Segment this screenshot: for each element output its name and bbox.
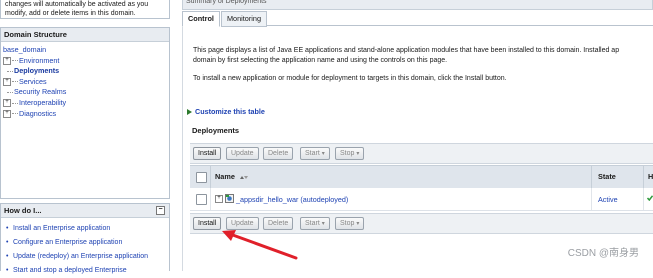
delete-button[interactable]: Delete <box>263 147 294 160</box>
chevron-down-icon: ▾ <box>356 221 360 227</box>
tree-item-security-realms[interactable]: Security Realms <box>3 87 167 98</box>
summary-title: Summary of Deployments <box>182 0 653 10</box>
chevron-down-icon: ▾ <box>356 151 360 157</box>
annotation-arrow-icon <box>222 230 298 260</box>
tree-link-security-realms[interactable]: Security Realms <box>14 87 66 96</box>
column-name-label[interactable]: Name <box>215 172 235 181</box>
tree-line <box>12 102 18 104</box>
start-dropdown[interactable]: Start ▾ <box>300 147 330 160</box>
start-label: Start <box>305 150 320 157</box>
domain-tree: base_domain + Environment Deployments + Se… <box>1 42 169 122</box>
column-divider <box>591 188 592 210</box>
how-do-i-title-text: How do I... <box>4 206 42 215</box>
install-button[interactable]: Install <box>193 217 222 230</box>
how-do-i-panel: How do I... − Install an Enterprise appli… <box>0 203 170 278</box>
stop-dropdown[interactable]: Stop ▾ <box>335 217 365 230</box>
tree-item-deployments[interactable]: Deployments <box>3 66 167 77</box>
tree-line <box>12 60 18 62</box>
tree-item-diagnostics[interactable]: + Diagnostics <box>3 109 167 120</box>
column-header-state[interactable]: State <box>598 172 616 181</box>
change-center-text-2: modify, add or delete items in this doma… <box>5 10 136 17</box>
expand-icon[interactable]: + <box>3 56 11 65</box>
tab-control[interactable]: Control <box>182 11 220 27</box>
expand-icon[interactable]: + <box>215 195 223 203</box>
tree-link-diagnostics[interactable]: Diagnostics <box>19 109 56 118</box>
tree-link-deployments[interactable]: Deployments <box>14 66 59 75</box>
deployment-name-link[interactable]: _appsdir_hello_war (autodeployed) <box>236 195 348 204</box>
tree-link-base-domain[interactable]: base_domain <box>3 45 46 54</box>
start-label: Start <box>305 220 320 227</box>
how-do-i-link[interactable]: Update (redeploy) an Enterprise applicat… <box>13 253 148 260</box>
tree-link-services[interactable]: Services <box>19 77 47 86</box>
list-item[interactable]: Start and stop a deployed Enterprise <box>6 264 169 278</box>
tree-line <box>12 113 18 115</box>
customize-table-link[interactable]: Customize this table <box>187 107 265 116</box>
table-row: + _appsdir_hello_war (autodeployed) Acti… <box>190 188 653 211</box>
install-instruction: To install a new application or module f… <box>193 75 507 82</box>
change-center-note: changes will automatically be activated … <box>0 0 170 19</box>
deployments-title: Deployments <box>192 126 240 135</box>
change-center-text-1: changes will automatically be activated … <box>5 1 149 8</box>
row-checkbox[interactable] <box>196 194 207 205</box>
list-item[interactable]: Install an Enterprise application <box>6 222 169 236</box>
tree-line <box>12 81 18 83</box>
table-header: Name State H <box>190 165 653 189</box>
expand-icon[interactable]: + <box>3 77 11 86</box>
deployment-state: Active <box>598 195 618 204</box>
sort-icon[interactable] <box>239 174 249 181</box>
expand-icon[interactable]: + <box>3 99 11 108</box>
column-divider <box>643 188 644 210</box>
page-description: This page displays a list of Java EE app… <box>193 46 653 66</box>
minimize-icon[interactable]: − <box>156 206 165 215</box>
column-divider <box>643 166 644 188</box>
column-header-health[interactable]: H <box>648 172 653 181</box>
top-button-bar: Install Update Delete Start ▾ Stop ▾ <box>190 143 653 164</box>
list-item[interactable]: Configure an Enterprise application <box>6 236 169 250</box>
chevron-down-icon: ▾ <box>321 151 325 157</box>
chevron-down-icon: ▾ <box>321 221 325 227</box>
watermark: CSDN @南身男 <box>567 248 639 259</box>
tree-line <box>7 70 13 72</box>
tree-item-base-domain[interactable]: base_domain <box>3 45 167 56</box>
domain-structure-panel: Domain Structure base_domain + Environmen… <box>0 27 170 199</box>
description-line-2: domain by first selecting the applicatio… <box>193 57 448 64</box>
health-ok-icon <box>647 195 653 201</box>
tab-monitoring[interactable]: Monitoring <box>220 11 268 27</box>
customize-link-text[interactable]: Customize this table <box>195 107 265 116</box>
tree-link-environment[interactable]: Environment <box>19 56 59 65</box>
tree-link-interoperability[interactable]: Interoperability <box>19 98 66 107</box>
expand-icon[interactable]: + <box>3 109 11 118</box>
tree-line <box>7 91 13 93</box>
how-do-i-link[interactable]: Install an Enterprise application <box>13 225 110 232</box>
tab-bar: Control Monitoring <box>182 11 268 27</box>
domain-structure-title: Domain Structure <box>1 28 169 42</box>
tree-item-services[interactable]: + Services <box>3 77 167 88</box>
web-application-icon <box>225 194 234 203</box>
stop-label: Stop <box>340 150 355 157</box>
stop-dropdown[interactable]: Stop ▾ <box>335 147 365 160</box>
select-all-checkbox[interactable] <box>196 172 207 183</box>
list-item[interactable]: Update (redeploy) an Enterprise applicat… <box>6 250 169 264</box>
expand-triangle-icon <box>187 109 192 116</box>
column-divider <box>210 188 211 210</box>
description-line-1: This page displays a list of Java EE app… <box>193 47 620 54</box>
column-divider <box>591 166 592 188</box>
tree-item-interoperability[interactable]: + Interoperability <box>3 98 167 109</box>
start-dropdown[interactable]: Start ▾ <box>300 217 330 230</box>
stop-label: Stop <box>340 220 355 227</box>
install-button[interactable]: Install <box>193 147 222 160</box>
tab-divider <box>266 25 653 26</box>
how-do-i-title: How do I... − <box>1 204 169 218</box>
update-button[interactable]: Update <box>226 147 259 160</box>
tree-item-environment[interactable]: + Environment <box>3 56 167 67</box>
how-do-i-link[interactable]: Configure an Enterprise application <box>13 239 122 246</box>
column-header-name[interactable]: Name <box>215 172 249 181</box>
column-divider <box>210 166 211 188</box>
how-do-i-list: Install an Enterprise application Config… <box>1 218 169 278</box>
